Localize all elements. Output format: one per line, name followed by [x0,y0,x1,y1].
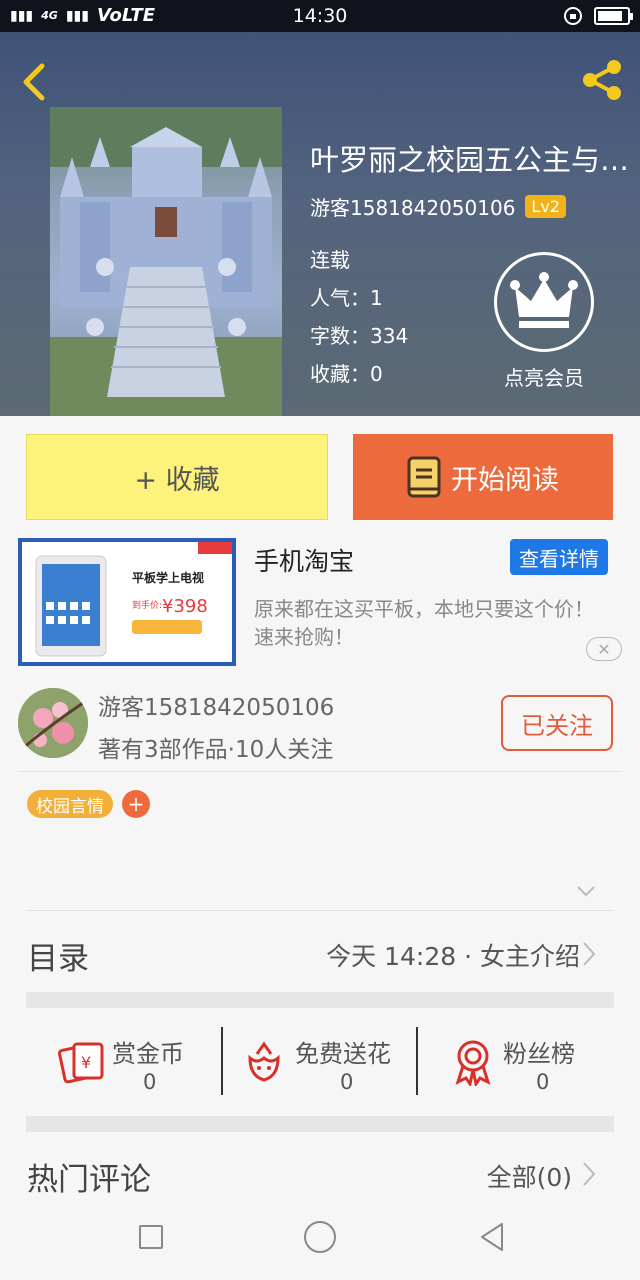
ad-img-price-prefix: 到手价: [132,599,162,611]
hot-comments-title: 热门评论 [27,1162,151,1198]
chevron-down-icon[interactable] [576,884,596,898]
popularity-text: 人气：1 [310,286,383,310]
ad-close-button[interactable]: ✕ [586,637,622,661]
author-works: 著有3部作品·10人关注 [98,737,334,763]
ad-title[interactable]: 手机淘宝 [254,542,354,578]
follow-button[interactable]: 已关注 [501,695,613,751]
share-icon[interactable] [578,56,626,104]
reward-coin-icon[interactable]: ¥ [58,1040,106,1084]
book-title: 叶罗丽之校园五公主与… [310,143,630,177]
book-cover[interactable] [50,107,282,416]
section-separator [26,992,614,1008]
flower-icon[interactable] [244,1040,284,1084]
rotation-lock-icon [564,7,582,25]
status-right [562,5,633,27]
stat-divider [416,1027,418,1095]
level-badge: Lv2 [525,195,566,218]
fan-rank-label[interactable]: 粉丝榜 [503,1034,575,1069]
ad-img-price: ¥398 [162,596,208,617]
collect-button[interactable]: + 收藏 [26,434,328,520]
add-tag-button[interactable]: + [122,790,150,818]
stat-divider [221,1027,223,1095]
reward-label[interactable]: 赏金币 [112,1034,184,1069]
ad-tablet-image: 平板学上电视 到手价: ¥398 [22,542,232,662]
recent-apps-button[interactable] [139,1225,163,1249]
divider [18,771,622,772]
vip-button[interactable] [494,252,594,352]
author-name[interactable]: 游客1581842050106 [98,688,334,722]
section-separator [26,1116,614,1132]
tag-campus-romance[interactable]: 校园言情 [27,790,113,818]
serial-status: 连载 [310,248,350,272]
cover-castle-image [50,107,282,416]
catalog-title[interactable]: 目录 [27,933,89,978]
author-avatar[interactable] [18,688,88,758]
crown-icon [510,272,578,328]
free-flower-label[interactable]: 免费送花 [295,1034,391,1069]
badge-icon[interactable] [452,1038,494,1086]
all-comments-link[interactable]: 全部(0) [487,1158,572,1194]
status-bar: ▮▮▮ 4G ▮▮▮ VoLTE 14:30 [0,0,640,32]
header-author-name: 游客1581842050106 [310,196,516,220]
ad-details-button[interactable]: 查看详情 [510,539,608,575]
book-header: 叶罗丽之校园五公主与… 游客1581842050106 Lv2 连载 人气：1 … [0,32,640,416]
favorites-count-text: 收藏：0 [310,362,383,386]
back-arrow-icon[interactable] [20,62,50,102]
free-flower-value: 0 [340,1070,354,1094]
ad-description[interactable]: 原来都在这买平板，本地只要这个价！速来抢购！ [254,595,604,651]
ad-img-headline: 平板学上电视 [132,570,204,585]
start-reading-button[interactable]: 开始阅读 [353,434,613,520]
home-button[interactable] [304,1221,336,1253]
avatar-flower-image [18,688,88,758]
header-author-row: 游客1581842050106 Lv2 [310,192,566,221]
status-time: 14:30 [292,5,348,27]
start-reading-label: 开始阅读 [451,464,559,496]
chevron-right-icon[interactable] [582,941,596,967]
divider [26,910,614,911]
fan-rank-value: 0 [536,1070,550,1094]
ad-image[interactable]: 平板学上电视 到手价: ¥398 [18,538,236,666]
latest-chapter[interactable]: 今天 14:28 · 女主介绍 [326,937,580,973]
word-count-text: 字数：334 [310,324,409,348]
svg-text:¥: ¥ [81,1053,91,1072]
reward-value: 0 [143,1070,157,1094]
battery-icon [594,7,633,25]
book-icon [407,456,441,498]
back-button[interactable] [478,1221,506,1253]
chevron-right-icon[interactable] [582,1161,596,1187]
vip-label[interactable]: 点亮会员 [494,362,594,391]
